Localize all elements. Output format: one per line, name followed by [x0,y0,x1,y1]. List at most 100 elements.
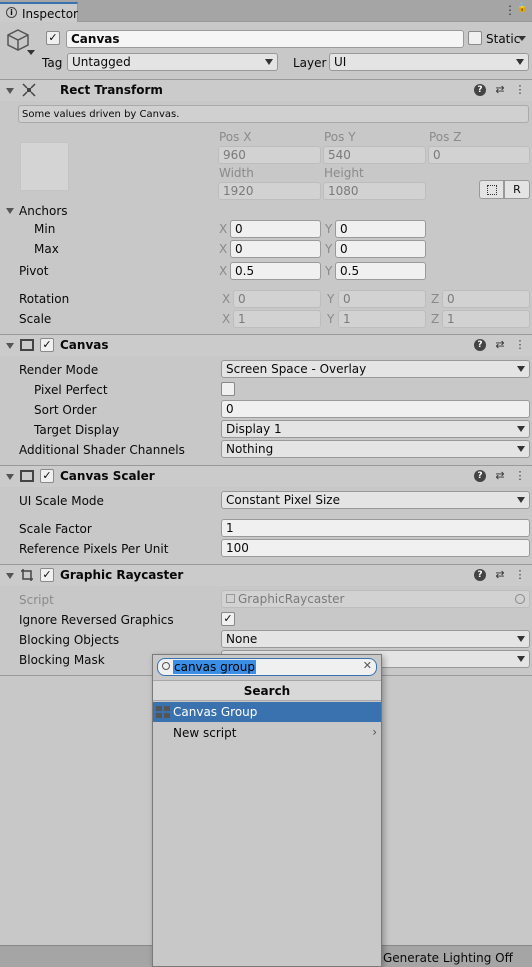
search-icon [162,662,170,670]
axis-x-label: X [219,264,228,278]
canvas-scaler-header[interactable]: ✓ Canvas Scaler ? ⇄ ⋮ [0,465,532,487]
kebab-menu-icon[interactable]: ⋮ [504,3,516,17]
height-field: 1080 [323,182,426,200]
axis-x-label: X [219,222,228,236]
layer-dropdown[interactable]: UI [329,53,529,71]
pivot-y[interactable]: 0.5 [335,262,426,280]
anchors-foldout-arrow[interactable] [6,208,14,214]
static-checkbox[interactable] [468,31,482,45]
pos-x-label: Pos X [219,130,252,144]
blueprint-mode-button[interactable] [479,180,504,199]
lock-icon[interactable]: 🔒 [517,3,528,13]
rect-transform-header[interactable]: Rect Transform ? ⇄ ⋮ [0,79,532,101]
object-name-input[interactable]: Canvas [66,30,464,48]
sort-order-label: Sort Order [34,403,97,417]
component-enabled-checkbox[interactable]: ✓ [40,338,54,352]
kebab-menu-icon[interactable]: ⋮ [514,470,526,482]
scale-factor-input[interactable]: 1 [221,519,530,537]
list-item-canvas-group[interactable]: Canvas Group [153,702,381,722]
axis-x-label: X [222,292,231,306]
render-mode-dropdown[interactable]: Screen Space - Overlay [221,360,530,378]
component-enabled-checkbox[interactable]: ✓ [40,568,54,582]
popup-header: Search [153,680,381,701]
ui-scale-mode-dropdown[interactable]: Constant Pixel Size [221,491,530,509]
help-icon[interactable]: ? [474,569,486,581]
search-input[interactable]: canvas group ✕ [157,658,377,676]
clear-icon[interactable]: ✕ [363,659,372,672]
ignore-reversed-checkbox[interactable]: ✓ [221,612,235,626]
component-enabled-checkbox[interactable]: ✓ [40,469,54,483]
blocking-objects-value: None [226,632,258,646]
note-text: Some values driven by Canvas. [22,109,180,120]
target-display-dropdown[interactable]: Display 1 [221,420,530,438]
preset-icon[interactable]: ⇄ [494,339,506,351]
layer-label: Layer [293,56,327,70]
tab-bar [0,0,532,22]
tab-inspector[interactable]: i Inspector [0,2,78,22]
axis-z-label: Z [431,292,440,306]
anchor-min-y[interactable]: 0 [335,220,426,238]
active-checkbox[interactable]: ✓ [46,31,60,45]
help-icon[interactable]: ? [474,470,486,482]
axis-z-label: Z [431,312,440,326]
help-icon[interactable]: ? [474,84,486,96]
graphic-raycaster-header[interactable]: ✓ Graphic Raycaster ? ⇄ ⋮ [0,564,532,586]
pixel-perfect-label: Pixel Perfect [34,383,108,397]
chevron-down-icon [517,446,525,452]
chevron-down-icon [517,426,525,432]
anchor-preset-button[interactable] [20,142,69,191]
object-picker-icon[interactable] [515,594,525,604]
axis-x-label: X [219,242,228,256]
canvas-scaler-icon [20,470,34,482]
tag-dropdown[interactable]: Untagged [67,53,278,71]
component-title: Graphic Raycaster [60,568,184,582]
search-text: canvas group [173,660,256,674]
chevron-down-icon [517,366,525,372]
blocking-objects-dropdown[interactable]: None [221,630,530,648]
pixel-perfect-checkbox[interactable] [221,382,235,396]
canvas-header[interactable]: ✓ Canvas ? ⇄ ⋮ [0,334,532,356]
ignore-reversed-label: Ignore Reversed Graphics [19,613,174,627]
kebab-menu-icon[interactable]: ⋮ [514,84,526,96]
anchors-label[interactable]: Anchors [19,203,68,219]
anchor-min-x[interactable]: 0 [230,220,321,238]
icon-dropdown-arrow[interactable] [27,50,35,55]
chevron-right-icon: › [372,725,377,739]
ref-ppu-input[interactable]: 100 [221,539,530,557]
script-label: Script [19,593,54,607]
foldout-arrow[interactable] [6,88,14,94]
canvas-group-icon [156,706,170,721]
foldout-arrow[interactable] [6,474,14,480]
kebab-menu-icon[interactable]: ⋮ [514,569,526,581]
list-item-new-script[interactable]: New script › [153,722,381,742]
preset-icon[interactable]: ⇄ [494,84,506,96]
info-icon: i [6,7,17,18]
pos-z-field[interactable]: 0 [428,146,530,164]
foldout-arrow[interactable] [6,343,14,349]
chevron-down-icon [517,636,525,642]
static-dropdown-arrow[interactable] [518,36,526,41]
blueprint-icon [487,185,497,195]
blocking-objects-label: Blocking Objects [19,633,120,647]
component-title: Rect Transform [60,83,163,97]
status-text: Generate Lighting Off [383,951,513,965]
pivot-x[interactable]: 0.5 [230,262,321,280]
preset-icon[interactable]: ⇄ [494,569,506,581]
shader-channels-dropdown[interactable]: Nothing [221,440,530,458]
pos-y-label: Pos Y [324,130,356,144]
foldout-arrow[interactable] [6,573,14,579]
pos-y-field: 540 [323,146,426,164]
driven-note: Some values driven by Canvas. [18,105,529,123]
render-mode-label: Render Mode [19,363,99,377]
ui-scale-mode-value: Constant Pixel Size [226,493,340,507]
anchor-max-y[interactable]: 0 [335,240,426,258]
chevron-down-icon [265,59,273,65]
anchor-max-x[interactable]: 0 [230,240,321,258]
preset-icon[interactable]: ⇄ [494,470,506,482]
scale-factor-label: Scale Factor [19,522,92,536]
raw-edit-button[interactable]: R [504,180,530,199]
help-icon[interactable]: ? [474,339,486,351]
kebab-menu-icon[interactable]: ⋮ [514,339,526,351]
shader-channels-value: Nothing [226,442,274,456]
sort-order-input[interactable]: 0 [221,400,530,418]
